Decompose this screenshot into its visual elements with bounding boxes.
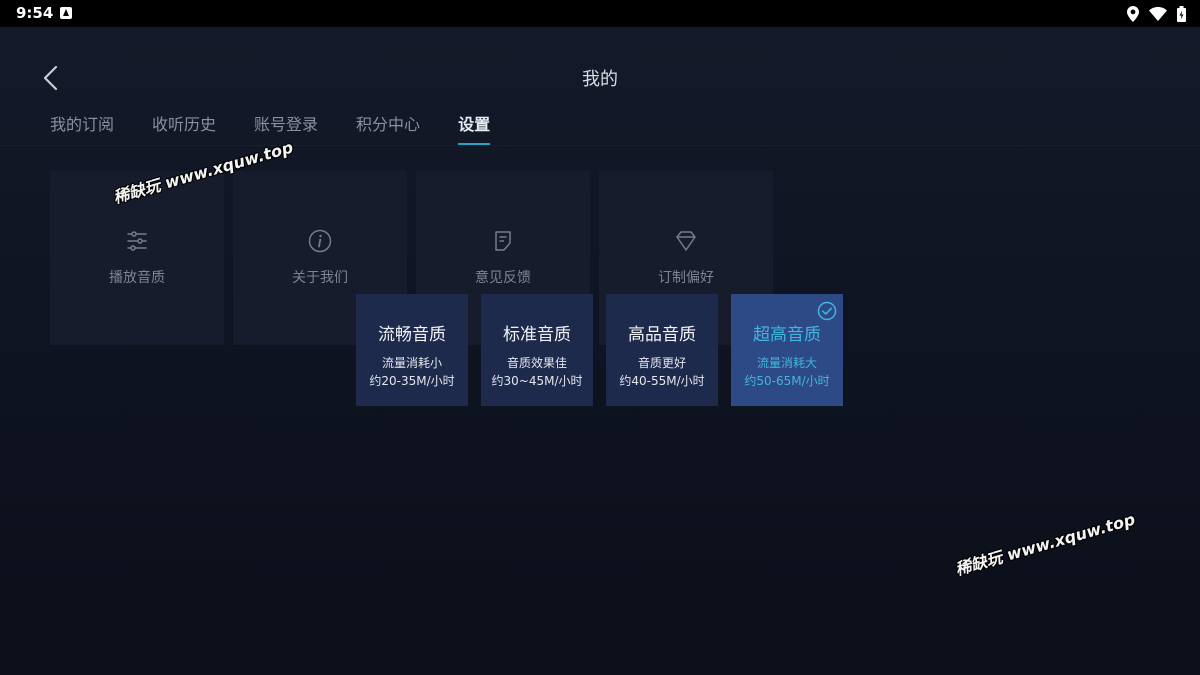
quality-desc: 流量消耗小 约20-35M/小时 (356, 354, 468, 390)
sliders-icon (127, 231, 147, 251)
quality-desc-line2: 约30~45M/小时 (491, 374, 583, 388)
tile-label: 意见反馈 (475, 270, 531, 286)
quality-desc-line1: 流量消耗大 (756, 356, 817, 370)
tab-subscriptions[interactable]: 我的订阅 (50, 111, 114, 145)
tabs-divider (0, 145, 1200, 146)
app-notification-icon (60, 7, 72, 19)
quality-name: 高品音质 (628, 325, 696, 345)
quality-desc-line2: 约20-35M/小时 (369, 374, 455, 388)
tab-settings[interactable]: 设置 (458, 111, 491, 145)
quality-option-high[interactable]: 高品音质 音质更好 约40-55M/小时 (606, 294, 718, 406)
tab-history[interactable]: 收听历史 (152, 111, 216, 145)
info-icon (308, 229, 332, 253)
quality-desc: 流量消耗大 约50-65M/小时 (731, 354, 843, 390)
status-bar: 9:54 (0, 0, 1200, 27)
diamond-icon (676, 231, 696, 251)
tile-label: 关于我们 (292, 270, 348, 286)
quality-desc-line1: 流量消耗小 (381, 356, 442, 370)
quality-desc-line2: 约40-55M/小时 (619, 374, 705, 388)
tile-label: 播放音质 (109, 270, 165, 286)
quality-name: 标准音质 (503, 325, 571, 345)
quality-option-standard[interactable]: 标准音质 音质效果佳 约30~45M/小时 (481, 294, 593, 406)
quality-desc-line1: 音质效果佳 (506, 356, 567, 370)
page-title: 我的 (582, 69, 618, 90)
quality-option-smooth[interactable]: 流畅音质 流量消耗小 约20-35M/小时 (356, 294, 468, 406)
check-circle-icon (817, 301, 837, 321)
quality-selector: 流畅音质 流量消耗小 约20-35M/小时 标准音质 音质效果佳 约30~45M… (356, 294, 843, 406)
app-screen: 我的 我的订阅 收听历史 账号登录 积分中心 设置 播放音质 关于我们 意见反馈… (0, 27, 1200, 675)
quality-desc-line2: 约50-65M/小时 (744, 374, 830, 388)
quality-desc-line1: 音质更好 (637, 356, 686, 370)
tab-points-center[interactable]: 积分中心 (356, 111, 420, 145)
quality-option-ultra[interactable]: 超高音质 流量消耗大 约50-65M/小时 (731, 294, 843, 406)
watermark: 稀缺玩 www.xquw.top (953, 509, 1138, 580)
quality-desc: 音质更好 约40-55M/小时 (606, 354, 718, 390)
status-time: 9:54 (16, 4, 54, 22)
feedback-icon (495, 231, 511, 251)
quality-name: 超高音质 (753, 325, 821, 345)
tile-label: 订制偏好 (658, 270, 714, 286)
quality-name: 流畅音质 (378, 325, 446, 345)
status-icons (1127, 5, 1186, 23)
quality-desc: 音质效果佳 约30~45M/小时 (481, 354, 593, 390)
battery-icon (1177, 6, 1186, 22)
location-icon (1127, 6, 1139, 22)
wifi-icon (1149, 7, 1167, 21)
